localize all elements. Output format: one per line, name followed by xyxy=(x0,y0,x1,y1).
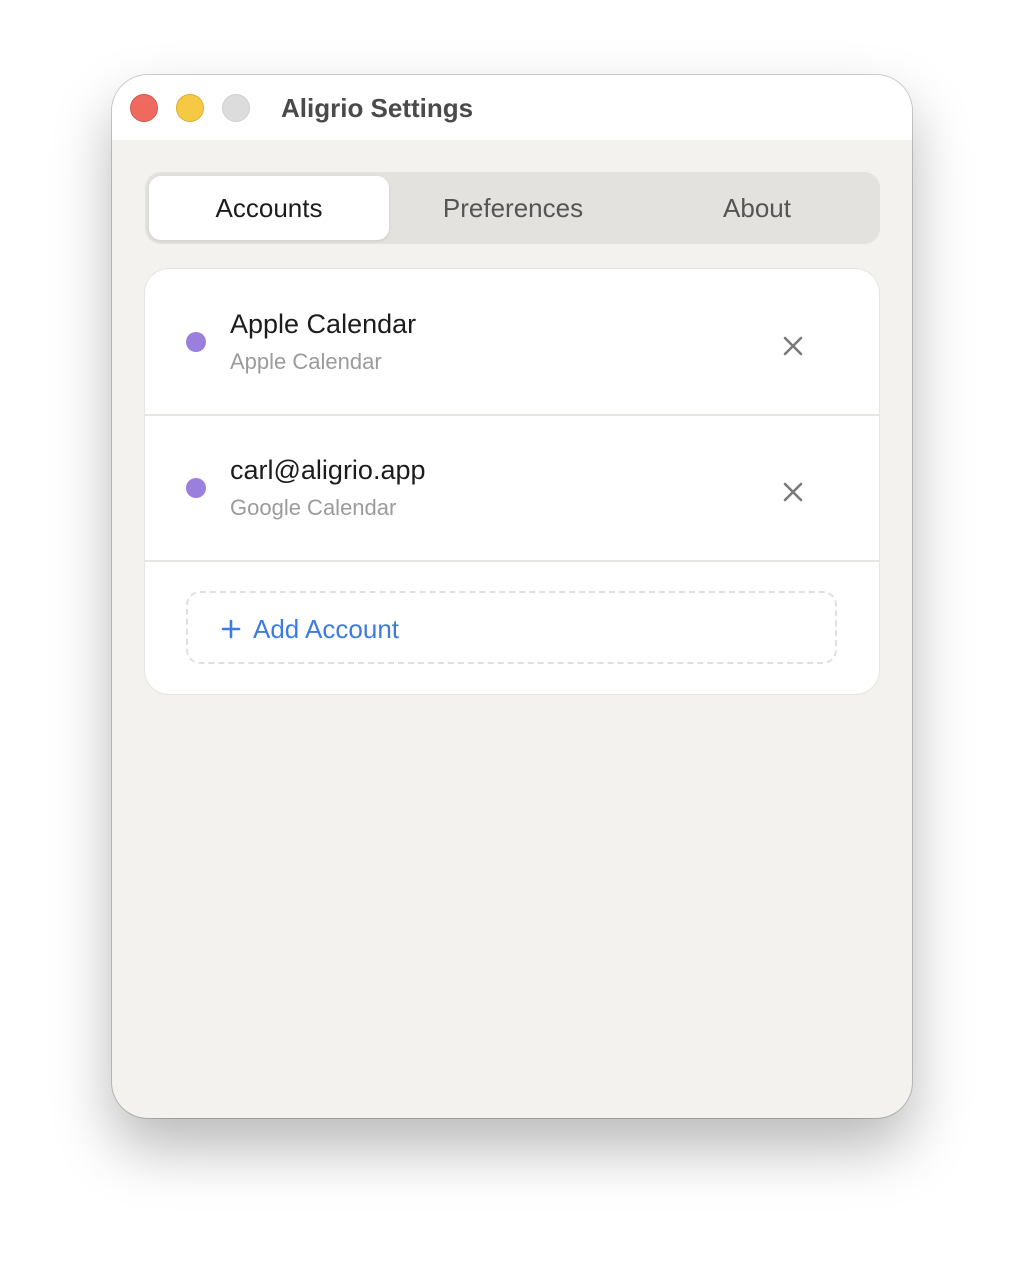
minimize-window-button[interactable] xyxy=(176,94,204,122)
accounts-list: Apple Calendar Apple Calendar carl@aligr… xyxy=(145,269,879,694)
tab-about[interactable]: About xyxy=(637,176,877,240)
account-type: Google Calendar xyxy=(230,495,397,520)
account-type: Apple Calendar xyxy=(230,349,382,374)
close-window-button[interactable] xyxy=(130,94,158,122)
add-account-label: Add Account xyxy=(253,614,399,644)
tab-preferences[interactable]: Preferences xyxy=(393,176,633,240)
account-color-dot xyxy=(186,332,206,352)
account-row: Apple Calendar Apple Calendar xyxy=(145,269,879,416)
settings-tab-bar: Accounts Preferences About xyxy=(145,172,880,244)
remove-account-button[interactable] xyxy=(773,472,813,512)
tab-accounts[interactable]: Accounts xyxy=(149,176,389,240)
account-row: carl@aligrio.app Google Calendar xyxy=(145,415,879,562)
account-color-dot xyxy=(186,478,206,498)
title-bar[interactable]: Aligrio Settings xyxy=(112,75,912,140)
window-title: Aligrio Settings xyxy=(281,93,474,123)
plus-icon xyxy=(221,619,241,639)
settings-window: Aligrio Settings Accounts Preferences Ab… xyxy=(112,75,912,1118)
account-name: Apple Calendar xyxy=(230,309,417,339)
remove-account-button[interactable] xyxy=(773,326,813,366)
account-name: carl@aligrio.app xyxy=(230,455,426,485)
add-account-button[interactable]: Add Account xyxy=(186,591,837,664)
zoom-window-button[interactable] xyxy=(222,94,250,122)
close-icon xyxy=(783,482,803,502)
close-icon xyxy=(783,336,803,356)
